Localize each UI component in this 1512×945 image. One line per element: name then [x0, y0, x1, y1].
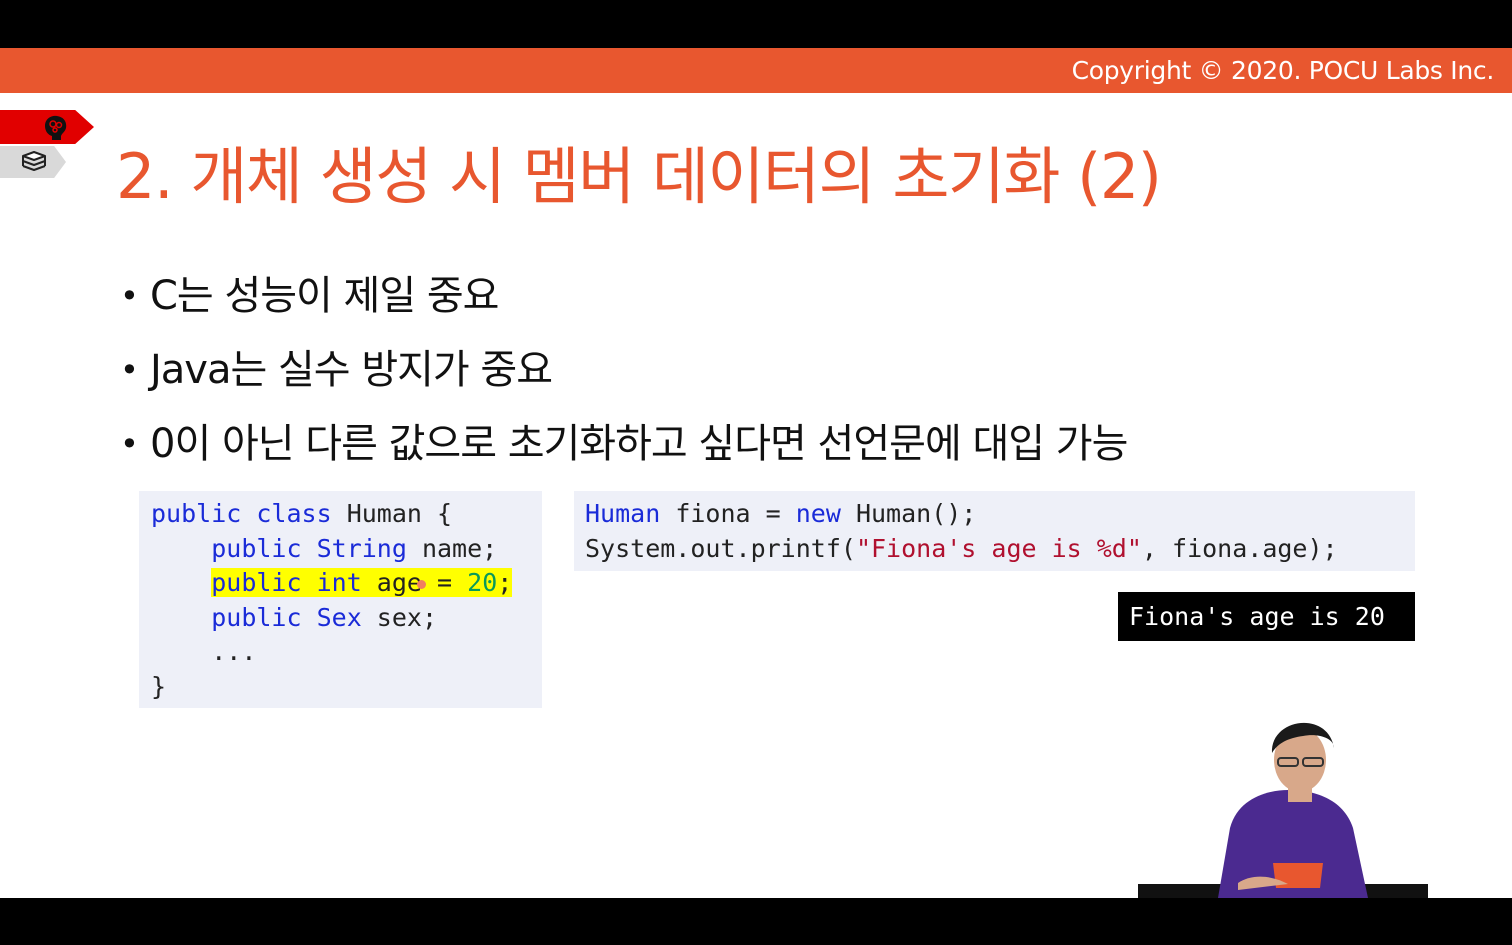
code-text: name;	[406, 533, 498, 563]
bullet-item: • C는 성능이 제일 중요	[120, 270, 1127, 344]
console-output: Fiona's age is 20	[1118, 592, 1415, 641]
code-keyword: public	[211, 602, 302, 632]
code-text: =	[437, 568, 453, 597]
code-text: fiona =	[660, 499, 796, 528]
presenter-video	[1138, 722, 1428, 898]
code-text: System.out.printf(	[585, 533, 856, 563]
code-keyword: new	[795, 499, 841, 528]
code-line: System.out.printf("Fiona's age is %d", f…	[585, 532, 1415, 567]
bullet-dot: •	[120, 277, 139, 315]
code-text: , fiona.age);	[1141, 533, 1338, 563]
books-badge	[0, 146, 66, 178]
code-line: public class Human {	[151, 497, 542, 532]
code-keyword: Sex	[316, 602, 362, 632]
pointer-cursor-icon	[417, 579, 427, 589]
bullet-text: 0이 아닌 다른 값으로 초기화하고 싶다면 선언문에 대입 가능	[150, 421, 1128, 467]
code-keyword: class	[256, 499, 332, 528]
code-text: ;	[497, 568, 513, 597]
lecture-slide: Copyright © 2020. POCU Labs Inc. 2. 개체 생…	[0, 48, 1512, 898]
highlighted-code: public int age = 20;	[211, 568, 513, 597]
bullet-item: • Java는 실수 방지가 중요	[120, 344, 1127, 418]
video-letterbox-top	[0, 0, 1512, 48]
code-text: ...	[211, 637, 257, 666]
code-text: }	[151, 671, 167, 701]
code-keyword: public	[151, 499, 242, 528]
code-text: Human {	[331, 499, 453, 528]
video-letterbox-bottom	[0, 898, 1512, 945]
code-keyword: String	[316, 533, 407, 563]
copyright-text: Copyright © 2020. POCU Labs Inc.	[1071, 56, 1495, 85]
bullet-text: Java는 실수 방지가 중요	[150, 347, 553, 393]
bullet-dot: •	[120, 425, 139, 463]
code-keyword: public	[211, 533, 302, 563]
code-line: }	[151, 670, 542, 705]
code-text: Human();	[840, 499, 977, 528]
slide-top-bar: Copyright © 2020. POCU Labs Inc.	[0, 48, 1512, 93]
slide-title: 2. 개체 생성 시 멤버 데이터의 초기화 (2)	[116, 140, 1162, 213]
code-text: sex;	[361, 602, 438, 632]
books-icon	[22, 151, 46, 171]
human-class-code-block: public class Human { public String name;…	[139, 491, 542, 708]
code-line-highlighted: public int age = 20;	[151, 566, 542, 601]
code-line: Human fiona = new Human();	[585, 497, 1415, 532]
code-keyword: Human	[585, 499, 661, 528]
code-keyword: public	[211, 568, 302, 597]
code-line: public String name;	[151, 532, 542, 567]
bullet-list: • C는 성능이 제일 중요 • Java는 실수 방지가 중요 • 0이 아닌 다른…	[120, 270, 1128, 492]
code-line: ...	[151, 635, 542, 670]
bullet-text: C는 성능이 제일 중요	[150, 273, 499, 319]
code-string: "Fiona's age is %d"	[855, 533, 1142, 563]
printf-code-block: Human fiona = new Human(); System.out.pri…	[574, 491, 1415, 571]
brain-icon	[45, 115, 67, 140]
code-number: 20	[467, 568, 498, 597]
bullet-item: • 0이 아닌 다른 값으로 초기화하고 싶다면 선언문에 대입 가능	[120, 418, 1128, 492]
code-keyword: int	[316, 568, 362, 597]
bullet-dot: •	[120, 351, 139, 389]
code-line: public Sex sex;	[151, 601, 542, 636]
brain-badge	[0, 110, 94, 144]
